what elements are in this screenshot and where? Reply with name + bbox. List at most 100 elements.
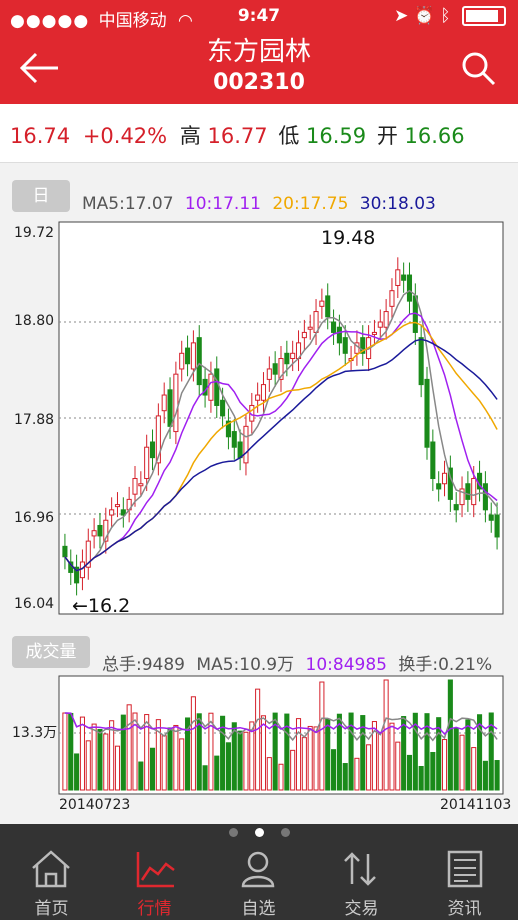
volume-bar (313, 726, 319, 791)
candle-body (366, 337, 372, 360)
open-value: 16.66 (404, 124, 465, 148)
search-icon[interactable] (458, 48, 498, 88)
tab-volume[interactable]: 成交量 (12, 636, 90, 668)
candle-body (225, 420, 231, 438)
candle-body (68, 561, 74, 573)
y-tick-4: 16.96 (14, 510, 54, 526)
candle-body (389, 290, 395, 307)
volume-bar (272, 712, 278, 791)
low-label: 低 (278, 124, 300, 148)
app-header: ●●●●● 中国移动 ◠ 9:47 ➤ ⏰ ᛒ 东方园林 002310 (0, 0, 518, 104)
volume-bar (79, 716, 85, 791)
candle-body (406, 274, 413, 302)
volume-bar (371, 721, 377, 791)
candle-body (132, 478, 138, 495)
bluetooth-icon: ᛒ (440, 6, 451, 26)
page-dot-2[interactable] (255, 828, 264, 837)
volume-bar (185, 717, 191, 791)
volume-bar (68, 712, 74, 791)
candle-body (295, 342, 302, 360)
location-icon: ➤ (394, 6, 409, 26)
candle-body (167, 389, 173, 427)
volume-bar (377, 732, 383, 791)
volume-bar (336, 713, 342, 791)
candle-body (348, 358, 354, 362)
volume-total: 总手:9489 (102, 655, 185, 675)
volume-bar (307, 725, 313, 791)
volume-bar (424, 713, 430, 791)
candle-body (149, 441, 156, 459)
volume-bar (155, 719, 161, 791)
volume-bar (354, 757, 360, 791)
volume-bar (447, 679, 453, 791)
quote-bar: 16.74 +0.42% 高 16.77 低 16.59 开 16.66 (0, 104, 518, 163)
volume-bar (295, 718, 302, 791)
tab-news-label: 资讯 (447, 899, 482, 919)
candle-body (161, 394, 167, 412)
news-icon (447, 850, 483, 888)
tab-watchlist[interactable]: 自选 (207, 840, 310, 920)
change-percent: +0.42% (82, 124, 168, 148)
volume-bar (482, 760, 488, 791)
volume-bar (249, 721, 255, 791)
candle-body (436, 483, 442, 490)
page-dot-3[interactable] (281, 828, 290, 837)
volume-bar (231, 722, 237, 791)
candle-body (114, 504, 121, 508)
volume-bar (412, 712, 418, 791)
candle-body (307, 326, 313, 330)
quote-row: 16.74 +0.42% 高 16.77 低 16.59 开 16.66 (10, 120, 465, 150)
volume-bar (471, 747, 477, 791)
volume-ma5-line (64, 712, 498, 742)
candle-body (120, 509, 126, 516)
y-tick-3: 17.88 (14, 412, 54, 428)
ma20-label: 20:17.75 (272, 194, 349, 214)
candle-body (383, 311, 389, 328)
tab-market[interactable]: 行情 (103, 840, 206, 920)
volume-bar (494, 760, 500, 791)
volume-bar (173, 724, 179, 791)
ma5-line (64, 289, 498, 572)
volume-bar (325, 718, 331, 791)
tab-daily[interactable]: 日 (12, 180, 70, 212)
candle-body (465, 483, 471, 500)
tab-market-label: 行情 (137, 899, 172, 919)
page-dot-1[interactable] (229, 828, 238, 837)
candle-body (190, 342, 196, 370)
tab-news[interactable]: 资讯 (413, 840, 516, 920)
candle-body (430, 441, 436, 480)
tab-trade[interactable]: 交易 (310, 840, 413, 920)
candle-body (395, 269, 401, 286)
volume-bar (459, 734, 465, 791)
volume-bar (278, 763, 284, 791)
volume-bar (103, 733, 109, 791)
page-indicator (0, 824, 518, 840)
candle-body (272, 363, 278, 375)
volume-bar (301, 737, 307, 791)
volume-bar (319, 681, 325, 791)
volume-bar (62, 712, 68, 791)
volume-bar (342, 763, 348, 791)
volume-bar (132, 712, 138, 791)
candle-body (249, 404, 255, 422)
volume-bar (167, 727, 173, 791)
candle-body (179, 352, 185, 370)
volume-bar (243, 731, 249, 791)
tab-home-label: 首页 (34, 899, 69, 919)
volume-bar (179, 738, 185, 791)
volume-bar (430, 751, 436, 791)
candle-body (185, 347, 191, 365)
volume-bar (202, 765, 208, 791)
transfer-icon (344, 852, 376, 886)
tab-home[interactable]: 首页 (0, 840, 103, 920)
min-price-label: ←16.2 (72, 595, 130, 617)
candle-body (313, 311, 319, 333)
max-price-label: 19.48 (321, 227, 375, 249)
volume-bar (255, 688, 261, 791)
candle-body (371, 331, 377, 335)
alarm-icon: ⏰ (413, 6, 435, 26)
volume-bar (120, 714, 126, 791)
low-value: 16.59 (306, 124, 367, 148)
candle-body (354, 342, 360, 354)
ma5-label: MA5:17.07 (82, 194, 174, 214)
